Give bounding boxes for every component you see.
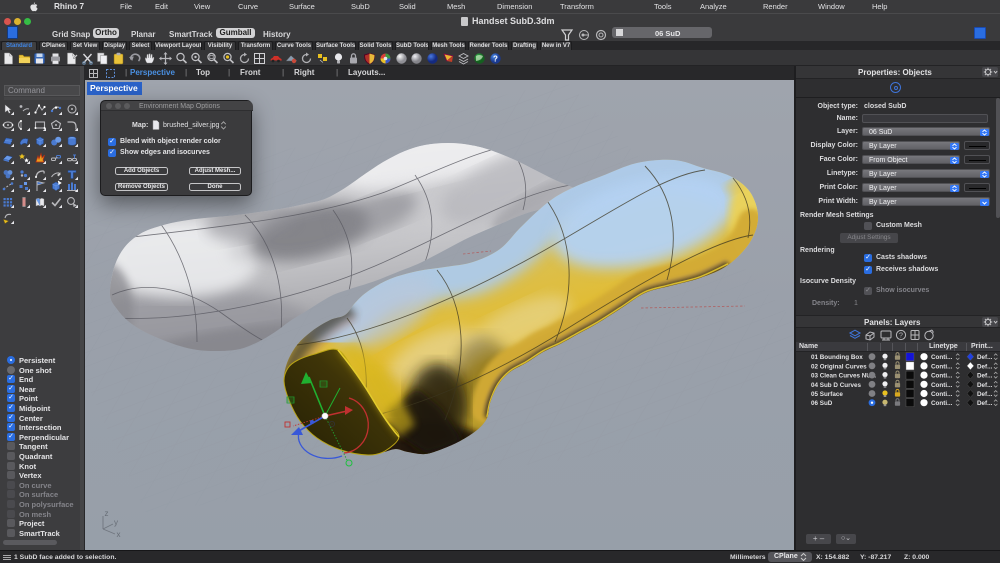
svg-text:?: ? xyxy=(493,55,498,64)
svg-text:Def...: Def... xyxy=(977,400,993,407)
svg-text:Def...: Def... xyxy=(977,373,993,380)
svg-text:Def...: Def... xyxy=(977,354,993,361)
svg-text:Def...: Def... xyxy=(977,391,993,398)
svg-text:Conti...: Conti... xyxy=(931,400,953,407)
svg-text:Conti...: Conti... xyxy=(931,354,953,361)
svg-text:x: x xyxy=(117,530,121,539)
svg-text:Conti...: Conti... xyxy=(931,382,953,389)
svg-text:z: z xyxy=(105,509,109,518)
svg-text:03 Clean Curves NU...: 03 Clean Curves NU... xyxy=(811,373,876,380)
svg-text:Def...: Def... xyxy=(977,363,993,370)
svg-text:01 Bounding Box: 01 Bounding Box xyxy=(811,354,863,361)
svg-text:02 Original Curves: 02 Original Curves xyxy=(811,363,867,370)
svg-text:?: ? xyxy=(899,333,903,340)
svg-text:05 Surface: 05 Surface xyxy=(811,391,843,398)
svg-text:06 SuD: 06 SuD xyxy=(811,400,833,407)
svg-text:Conti...: Conti... xyxy=(931,391,953,398)
svg-text:y: y xyxy=(114,518,118,527)
svg-text:Conti...: Conti... xyxy=(931,373,953,380)
svg-text:Def...: Def... xyxy=(977,382,993,389)
svg-text:04 Sub D Curves: 04 Sub D Curves xyxy=(811,382,862,389)
svg-text:Conti...: Conti... xyxy=(931,363,953,370)
